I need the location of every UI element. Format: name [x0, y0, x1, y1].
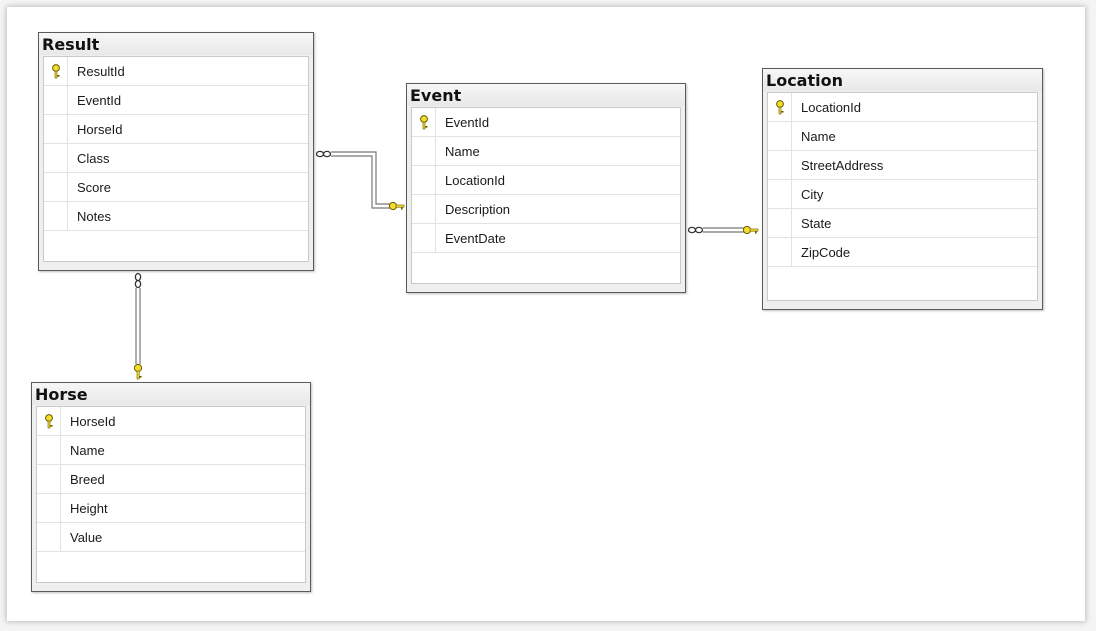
row-selector [37, 494, 61, 522]
column-row[interactable]: Score [44, 173, 308, 202]
column-grid: HorseId Name Breed Height Value [36, 406, 306, 583]
row-selector [768, 93, 792, 121]
row-selector [768, 209, 792, 237]
column-row[interactable]: LocationId [768, 93, 1037, 122]
table-event[interactable]: Event EventId Name LocationId Descriptio… [406, 83, 686, 293]
column-name: ResultId [77, 64, 125, 79]
row-selector [44, 173, 68, 201]
column-row[interactable]: State [768, 209, 1037, 238]
column-row[interactable]: StreetAddress [768, 151, 1037, 180]
column-row[interactable]: Notes [44, 202, 308, 231]
row-selector [768, 151, 792, 179]
column-name: Class [77, 151, 110, 166]
column-name: EventDate [445, 231, 506, 246]
column-row[interactable]: Description [412, 195, 680, 224]
column-row[interactable]: HorseId [37, 407, 305, 436]
column-row[interactable]: LocationId [412, 166, 680, 195]
column-row[interactable]: Name [768, 122, 1037, 151]
table-title: Result [39, 33, 313, 55]
column-row[interactable]: EventDate [412, 224, 680, 253]
column-row[interactable]: City [768, 180, 1037, 209]
column-name: ZipCode [801, 245, 851, 260]
column-row[interactable]: EventId [412, 108, 680, 137]
table-title: Event [407, 84, 685, 106]
row-selector [412, 137, 436, 165]
row-selector [412, 108, 436, 136]
column-name: Notes [77, 209, 111, 224]
column-grid: ResultId EventId HorseId Class Score Not… [43, 56, 309, 262]
column-name: LocationId [801, 100, 861, 115]
row-selector [37, 523, 61, 551]
column-name: Description [445, 202, 511, 217]
row-selector [37, 465, 61, 493]
column-grid: LocationId Name StreetAddress City State… [767, 92, 1038, 301]
column-name: HorseId [70, 414, 116, 429]
column-name: LocationId [445, 173, 505, 188]
column-name: Value [70, 530, 103, 545]
column-name: StreetAddress [801, 158, 884, 173]
column-name: Name [445, 144, 480, 159]
row-selector [44, 57, 68, 85]
row-selector [44, 144, 68, 172]
column-name: Name [801, 129, 836, 144]
table-location[interactable]: Location LocationId Name StreetAddress C… [762, 68, 1043, 310]
column-row[interactable]: HorseId [44, 115, 308, 144]
column-grid: EventId Name LocationId Description Even… [411, 107, 681, 284]
column-name: City [801, 187, 824, 202]
row-selector [44, 86, 68, 114]
column-row[interactable]: Value [37, 523, 305, 552]
column-row[interactable]: ZipCode [768, 238, 1037, 267]
primary-key-icon [776, 100, 784, 115]
table-title: Location [763, 69, 1042, 91]
column-row[interactable]: Name [412, 137, 680, 166]
primary-key-icon [45, 414, 53, 429]
row-selector [768, 180, 792, 208]
row-selector [412, 224, 436, 252]
primary-key-icon [420, 115, 428, 130]
column-row[interactable]: Class [44, 144, 308, 173]
column-row[interactable]: ResultId [44, 57, 308, 86]
row-selector [37, 436, 61, 464]
column-row[interactable]: EventId [44, 86, 308, 115]
table-title: Horse [32, 383, 310, 405]
row-selector [44, 115, 68, 143]
row-selector [412, 166, 436, 194]
column-name: State [801, 216, 832, 231]
row-selector [44, 202, 68, 230]
row-selector [768, 238, 792, 266]
row-selector [412, 195, 436, 223]
row-selector [37, 407, 61, 435]
column-name: EventId [445, 115, 490, 130]
primary-key-icon [52, 64, 60, 79]
column-name: HorseId [77, 122, 123, 137]
column-name: Score [77, 180, 111, 195]
column-name: Breed [70, 472, 105, 487]
table-result[interactable]: Result ResultId EventId HorseId Class Sc… [38, 32, 314, 271]
column-name: EventId [77, 93, 122, 108]
column-row[interactable]: Height [37, 494, 305, 523]
column-row[interactable]: Name [37, 436, 305, 465]
table-horse[interactable]: Horse HorseId Name Breed Height Value [31, 382, 311, 592]
column-name: Height [70, 501, 108, 516]
column-name: Name [70, 443, 105, 458]
row-selector [768, 122, 792, 150]
column-row[interactable]: Breed [37, 465, 305, 494]
